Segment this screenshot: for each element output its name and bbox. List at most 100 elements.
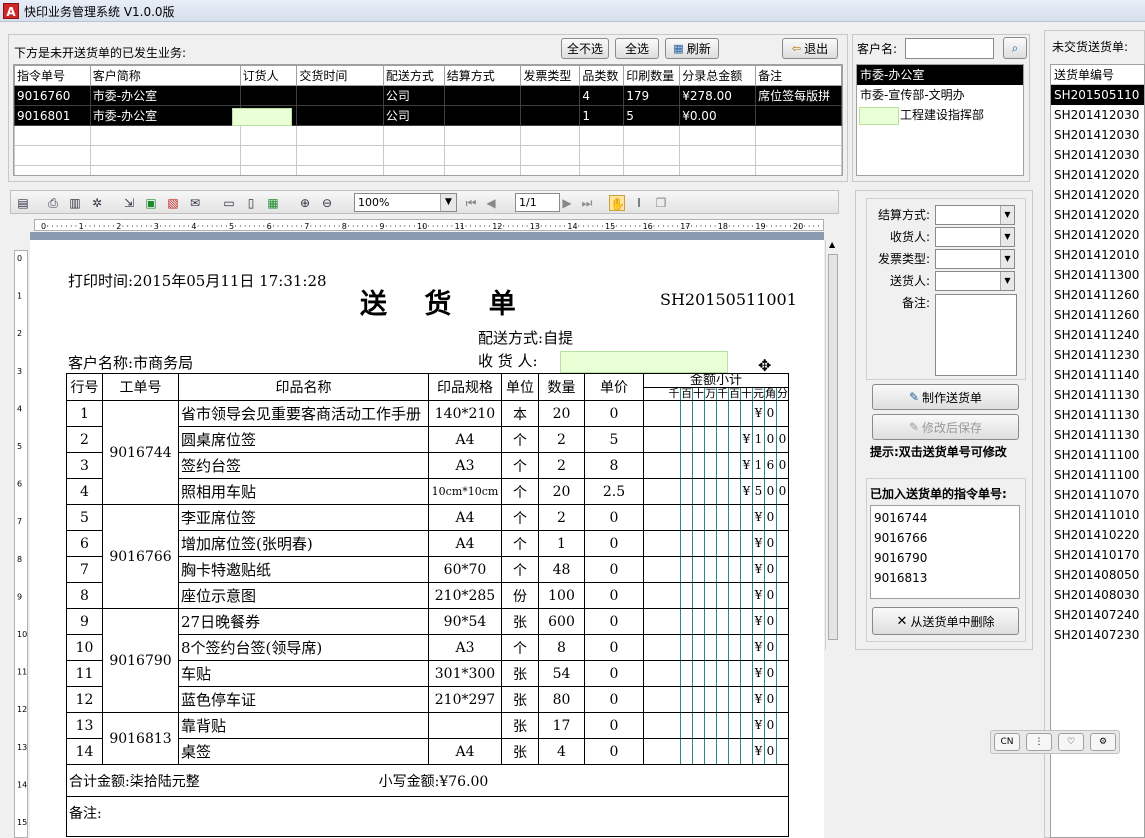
pending-jobs-column-header[interactable]: 客户简称 (89, 65, 241, 86)
remove-from-delivery-button[interactable]: ✕ 从送货单中删除 (872, 607, 1019, 635)
customer-search-input[interactable] (905, 38, 994, 59)
list-item[interactable]: SH201411130 (1051, 425, 1144, 445)
list-item[interactable]: SH201412020 (1051, 165, 1144, 185)
list-item[interactable]: SH201412020 (1051, 225, 1144, 245)
list-item[interactable]: SH201412030 (1051, 145, 1144, 165)
list-item[interactable]: SH201411010 (1051, 505, 1144, 525)
make-delivery-button[interactable]: ✎ 制作送货单 (872, 384, 1019, 410)
list-item[interactable]: SH201410220 (1051, 525, 1144, 545)
list-item[interactable]: SH201411140 (1051, 365, 1144, 385)
list-item[interactable]: 市委-宣传部-文明办 (857, 85, 1023, 105)
list-item[interactable]: SH201407230 (1051, 625, 1144, 645)
layout-icon[interactable]: ▤ (15, 195, 31, 211)
customer-search-button[interactable]: ⌕ (1003, 37, 1027, 59)
list-item[interactable]: SH201411260 (1051, 285, 1144, 305)
pending-jobs-column-header[interactable]: 品类数 (579, 65, 625, 86)
zoom-in-icon[interactable]: ⊕ (297, 195, 313, 211)
amount-digit: ¥ (752, 531, 764, 556)
pending-jobs-column-header[interactable]: 备注 (755, 65, 842, 86)
settlement-select[interactable]: ▼ (935, 205, 1015, 225)
list-item[interactable]: SH201407240 (1051, 605, 1144, 625)
select-none-button[interactable]: 全不选 (561, 38, 609, 59)
ruler-tick-label: 19 (755, 222, 765, 231)
pending-jobs-column-header[interactable]: 结算方式 (443, 65, 522, 86)
zoom-out-icon[interactable]: ⊖ (319, 195, 335, 211)
zoom-select[interactable]: 100% ▼ (354, 193, 457, 212)
pending-jobs-column-header[interactable]: 分录总金额 (679, 65, 757, 86)
pending-jobs-column-header[interactable]: 交货时间 (296, 65, 384, 86)
list-item[interactable]: SH201411260 (1051, 305, 1144, 325)
copy-icon[interactable]: ❐ (653, 195, 669, 211)
amount-digit (704, 583, 716, 608)
two-page-icon[interactable]: ▯ (243, 195, 259, 211)
list-item[interactable]: 市委-办公室 (857, 65, 1023, 85)
list-item[interactable]: SH201411130 (1051, 385, 1144, 405)
select-all-button[interactable]: 全选 (615, 38, 659, 59)
export-icon[interactable]: ⇲ (121, 195, 137, 211)
remark-textarea[interactable] (935, 294, 1017, 376)
pending-jobs-column-header[interactable]: 发票类型 (520, 65, 581, 86)
next-page-icon[interactable]: ▶ (559, 195, 575, 211)
list-item[interactable]: SH201411240 (1051, 325, 1144, 345)
mail-icon[interactable]: ✉ (187, 195, 203, 211)
tools-icon[interactable]: ✲ (89, 195, 105, 211)
list-item[interactable]: SH201411130 (1051, 405, 1144, 425)
scrollbar-thumb[interactable] (828, 254, 838, 640)
pending-jobs-column-header[interactable]: 印刷数量 (623, 65, 681, 86)
pending-jobs-column-header[interactable]: 指令单号 (14, 65, 91, 86)
amount-digit (716, 609, 728, 634)
last-page-icon[interactable]: ⏭ (579, 195, 595, 211)
list-item[interactable]: SH201411100 (1051, 465, 1144, 485)
pending-jobs-column-header[interactable]: 配送方式 (382, 65, 445, 86)
sender-select[interactable]: ▼ (935, 271, 1015, 291)
product-qty: 20 (538, 478, 585, 505)
preview-scrollbar[interactable]: ▲ (825, 240, 839, 650)
list-item[interactable]: SH201411070 (1051, 485, 1144, 505)
excel-icon[interactable]: ▣ (143, 195, 159, 211)
list-item[interactable]: SH201412010 (1051, 245, 1144, 265)
list-item[interactable]: SH201412020 (1051, 185, 1144, 205)
pending-jobs-column-header[interactable]: 订货人 (239, 65, 298, 86)
list-item[interactable]: SH201412030 (1051, 105, 1144, 125)
page-input[interactable]: 1/1 (515, 193, 560, 212)
list-item[interactable]: SH201412020 (1051, 205, 1144, 225)
list-item[interactable]: 9016766 (871, 528, 1019, 548)
list-item[interactable]: SH201408050 (1051, 565, 1144, 585)
book-icon[interactable]: ▥ (67, 195, 83, 211)
print-icon[interactable]: ⎙ (45, 195, 61, 211)
list-item[interactable]: SH201412030 (1051, 125, 1144, 145)
list-item[interactable]: SH201410170 (1051, 545, 1144, 565)
exit-button[interactable]: ⇦ 退出 (782, 38, 838, 59)
list-item[interactable]: SH201505110 (1051, 85, 1144, 105)
list-item[interactable]: SH201411300 (1051, 265, 1144, 285)
list-item[interactable]: 9016790 (871, 548, 1019, 568)
single-page-icon[interactable]: ▭ (221, 195, 237, 211)
first-page-icon[interactable]: ⏮ (463, 195, 479, 211)
hand-tool-icon[interactable]: ✋ (609, 195, 625, 211)
text-select-icon[interactable]: Ⅰ (631, 195, 647, 211)
more-icon[interactable]: ⋮ (1026, 733, 1052, 751)
delivery-note-preview[interactable]: 打印时间:2015年05月11日 17:31:28 送 货 单 SH201505… (30, 240, 824, 838)
save-changes-button[interactable]: ✎ 修改后保存 (872, 414, 1019, 440)
ruler-tick-label: 7 (304, 222, 309, 231)
pdf-icon[interactable]: ▧ (165, 195, 181, 211)
pending-delivery-list: 送货单编号 SH201505110 SH201412030 SH201412030 S… (1050, 64, 1145, 838)
list-item[interactable]: SH201408030 (1051, 585, 1144, 605)
product-qty: 2 (538, 504, 585, 531)
list-item[interactable]: SH201411230 (1051, 345, 1144, 365)
multi-page-icon[interactable]: ▦ (265, 195, 281, 211)
heart-icon[interactable]: ♡ (1058, 733, 1084, 751)
product-unit: 个 (501, 634, 539, 661)
prev-page-icon[interactable]: ◀ (483, 195, 499, 211)
list-item[interactable]: 9016744 (871, 508, 1019, 528)
list-item[interactable]: 9016813 (871, 568, 1019, 588)
lang-button[interactable]: CN (994, 733, 1020, 751)
list-item[interactable]: SH201411100 (1051, 445, 1144, 465)
scroll-up-icon[interactable]: ▲ (829, 240, 835, 249)
receiver-select[interactable]: ▼ (935, 227, 1015, 247)
refresh-button[interactable]: ▦ 刷新 (665, 38, 719, 59)
table-row[interactable]: 9016760 市委-办公室 公司 4 179 ¥278.00 席位签每版拼 (14, 85, 842, 106)
table-row[interactable]: 9016801 市委-办公室 公司 1 5 ¥0.00 (14, 105, 842, 126)
invoice-select[interactable]: ▼ (935, 249, 1015, 269)
settings-icon[interactable]: ⚙ (1090, 733, 1116, 751)
